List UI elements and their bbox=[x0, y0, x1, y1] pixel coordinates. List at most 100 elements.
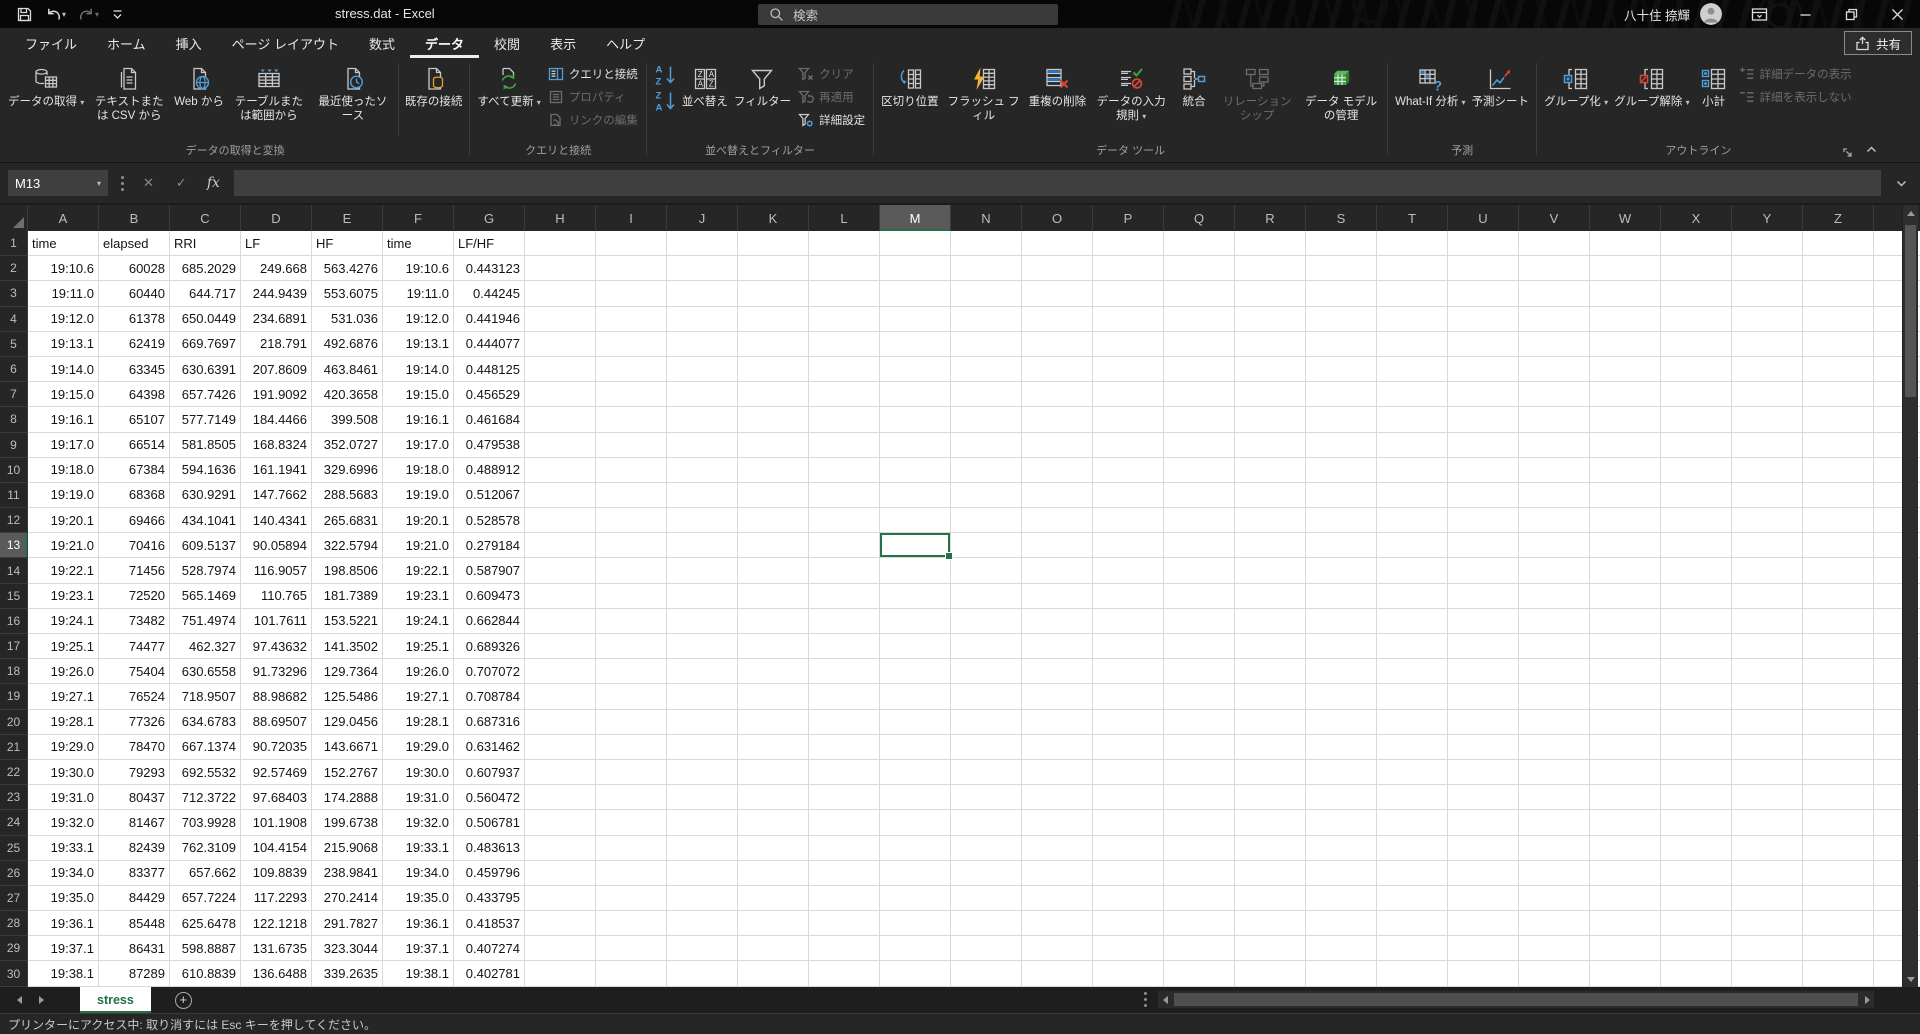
cell-D2[interactable]: 249.668 bbox=[241, 256, 312, 281]
cell-O8[interactable] bbox=[1022, 407, 1093, 432]
cell-X5[interactable] bbox=[1661, 332, 1732, 357]
cell-E17[interactable]: 141.3502 bbox=[312, 634, 383, 659]
cell-K6[interactable] bbox=[738, 357, 809, 382]
cell-I23[interactable] bbox=[596, 785, 667, 810]
cell-Y5[interactable] bbox=[1732, 332, 1803, 357]
cell-H9[interactable] bbox=[525, 433, 596, 458]
row-header-28[interactable]: 28 bbox=[0, 911, 28, 936]
cell-B21[interactable]: 78470 bbox=[99, 735, 170, 760]
cell-P29[interactable] bbox=[1093, 936, 1164, 961]
row-header-24[interactable]: 24 bbox=[0, 810, 28, 835]
cell-G19[interactable]: 0.708784 bbox=[454, 684, 525, 709]
cell-I6[interactable] bbox=[596, 357, 667, 382]
cell-W30[interactable] bbox=[1590, 961, 1661, 986]
cell-K10[interactable] bbox=[738, 458, 809, 483]
cell-F24[interactable]: 19:32.0 bbox=[383, 810, 454, 835]
cell-W9[interactable] bbox=[1590, 433, 1661, 458]
row-header-29[interactable]: 29 bbox=[0, 936, 28, 961]
cell-H18[interactable] bbox=[525, 659, 596, 684]
cell-B29[interactable]: 86431 bbox=[99, 936, 170, 961]
cell-Q22[interactable] bbox=[1164, 760, 1235, 785]
cell-K4[interactable] bbox=[738, 307, 809, 332]
cell-Y29[interactable] bbox=[1732, 936, 1803, 961]
cell-B13[interactable]: 70416 bbox=[99, 533, 170, 558]
cell-V22[interactable] bbox=[1519, 760, 1590, 785]
cell-F29[interactable]: 19:37.1 bbox=[383, 936, 454, 961]
cell-E6[interactable]: 463.8461 bbox=[312, 357, 383, 382]
cell-G4[interactable]: 0.441946 bbox=[454, 307, 525, 332]
cell-R24[interactable] bbox=[1235, 810, 1306, 835]
cell-E24[interactable]: 199.6738 bbox=[312, 810, 383, 835]
cell-N18[interactable] bbox=[951, 659, 1022, 684]
cell-S16[interactable] bbox=[1306, 609, 1377, 634]
tab-数式[interactable]: 数式 bbox=[354, 28, 410, 58]
cell-A28[interactable]: 19:36.1 bbox=[28, 911, 99, 936]
cell-D4[interactable]: 234.6891 bbox=[241, 307, 312, 332]
cell-H3[interactable] bbox=[525, 281, 596, 306]
cell-D27[interactable]: 117.2293 bbox=[241, 886, 312, 911]
cell-D9[interactable]: 168.8324 bbox=[241, 433, 312, 458]
cell-G2[interactable]: 0.443123 bbox=[454, 256, 525, 281]
cell-X24[interactable] bbox=[1661, 810, 1732, 835]
cell-P10[interactable] bbox=[1093, 458, 1164, 483]
cell-A4[interactable]: 19:12.0 bbox=[28, 307, 99, 332]
row-header-7[interactable]: 7 bbox=[0, 382, 28, 407]
cell-D29[interactable]: 131.6735 bbox=[241, 936, 312, 961]
cell-N21[interactable] bbox=[951, 735, 1022, 760]
cell-U20[interactable] bbox=[1448, 710, 1519, 735]
cell-Q10[interactable] bbox=[1164, 458, 1235, 483]
cell-M15[interactable] bbox=[880, 584, 951, 609]
cell-G24[interactable]: 0.506781 bbox=[454, 810, 525, 835]
cell-A5[interactable]: 19:13.1 bbox=[28, 332, 99, 357]
cell-I25[interactable] bbox=[596, 836, 667, 861]
cell-T8[interactable] bbox=[1377, 407, 1448, 432]
cell-T19[interactable] bbox=[1377, 684, 1448, 709]
cell-Z30[interactable] bbox=[1803, 961, 1874, 986]
cell-H20[interactable] bbox=[525, 710, 596, 735]
cell-R6[interactable] bbox=[1235, 357, 1306, 382]
cell-X17[interactable] bbox=[1661, 634, 1732, 659]
cell-P11[interactable] bbox=[1093, 483, 1164, 508]
cell-D14[interactable]: 116.9057 bbox=[241, 558, 312, 583]
cell-N14[interactable] bbox=[951, 558, 1022, 583]
cell-F25[interactable]: 19:33.1 bbox=[383, 836, 454, 861]
cell-T16[interactable] bbox=[1377, 609, 1448, 634]
cell-H8[interactable] bbox=[525, 407, 596, 432]
cell-H15[interactable] bbox=[525, 584, 596, 609]
cell-E27[interactable]: 270.2414 bbox=[312, 886, 383, 911]
cell-L14[interactable] bbox=[809, 558, 880, 583]
cell-H23[interactable] bbox=[525, 785, 596, 810]
cell-T15[interactable] bbox=[1377, 584, 1448, 609]
undo-dropdown-icon[interactable]: ▾ bbox=[62, 10, 66, 19]
cell-D8[interactable]: 184.4466 bbox=[241, 407, 312, 432]
cell-D22[interactable]: 92.57469 bbox=[241, 760, 312, 785]
cell-M30[interactable] bbox=[880, 961, 951, 986]
cell-O22[interactable] bbox=[1022, 760, 1093, 785]
cell-P6[interactable] bbox=[1093, 357, 1164, 382]
cell-A20[interactable]: 19:28.1 bbox=[28, 710, 99, 735]
column-header-J[interactable]: J bbox=[667, 205, 738, 231]
scroll-right-button[interactable] bbox=[1860, 996, 1874, 1004]
cell-E5[interactable]: 492.6876 bbox=[312, 332, 383, 357]
column-header-R[interactable]: R bbox=[1235, 205, 1306, 231]
cell-Z5[interactable] bbox=[1803, 332, 1874, 357]
cell-N5[interactable] bbox=[951, 332, 1022, 357]
cell-A10[interactable]: 19:18.0 bbox=[28, 458, 99, 483]
cell-L25[interactable] bbox=[809, 836, 880, 861]
cell-X15[interactable] bbox=[1661, 584, 1732, 609]
cell-R20[interactable] bbox=[1235, 710, 1306, 735]
cell-G23[interactable]: 0.560472 bbox=[454, 785, 525, 810]
cell-Z6[interactable] bbox=[1803, 357, 1874, 382]
cell-H10[interactable] bbox=[525, 458, 596, 483]
cell-G14[interactable]: 0.587907 bbox=[454, 558, 525, 583]
cell-X26[interactable] bbox=[1661, 861, 1732, 886]
cell-X30[interactable] bbox=[1661, 961, 1732, 986]
cell-H19[interactable] bbox=[525, 684, 596, 709]
cell-T21[interactable] bbox=[1377, 735, 1448, 760]
collapse-ribbon-button[interactable] bbox=[1865, 143, 1878, 156]
cell-H13[interactable] bbox=[525, 533, 596, 558]
cell-N23[interactable] bbox=[951, 785, 1022, 810]
cell-T7[interactable] bbox=[1377, 382, 1448, 407]
cell-V4[interactable] bbox=[1519, 307, 1590, 332]
cell-B19[interactable]: 76524 bbox=[99, 684, 170, 709]
